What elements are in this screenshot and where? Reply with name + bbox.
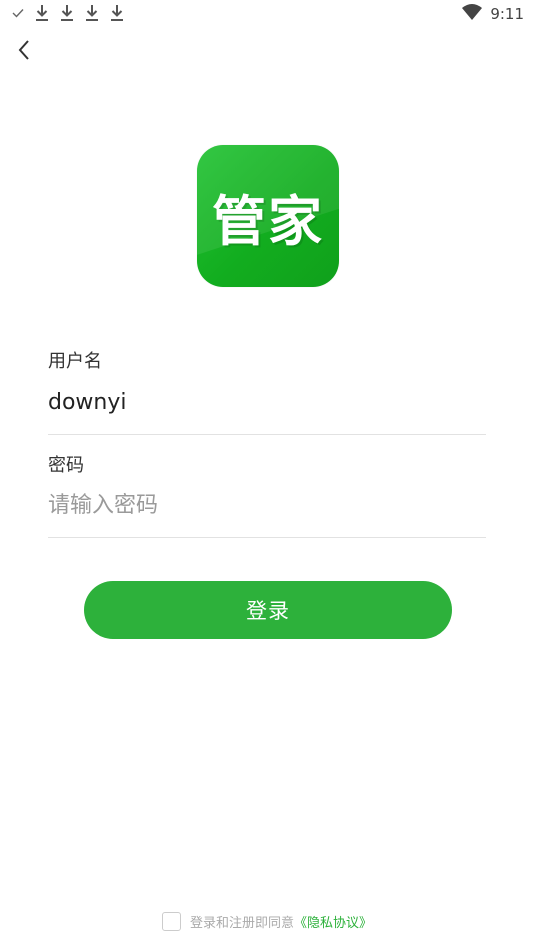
- logo-text: 管家: [212, 188, 324, 253]
- password-input[interactable]: [48, 487, 486, 523]
- check-icon: [12, 8, 24, 18]
- username-label: 用户名: [48, 351, 102, 372]
- back-button[interactable]: [10, 36, 38, 68]
- download-icon: [35, 4, 49, 22]
- username-input[interactable]: [48, 384, 486, 420]
- download-icon: [110, 4, 124, 22]
- agreement-text: 登录和注册即同意: [189, 916, 294, 931]
- login-button[interactable]: 登录: [84, 581, 452, 639]
- status-bar: 9:11: [0, 0, 534, 28]
- download-icon: [85, 4, 99, 22]
- chevron-left-icon: [17, 39, 31, 65]
- wifi-icon: [462, 4, 483, 24]
- download-icon: [60, 4, 74, 22]
- privacy-policy-link[interactable]: 《隐私协议》: [294, 916, 372, 931]
- status-time: 9:11: [490, 5, 524, 23]
- agree-checkbox[interactable]: [161, 912, 181, 931]
- app-logo: 管家: [197, 145, 339, 287]
- password-divider: [48, 537, 486, 538]
- username-divider: [48, 434, 486, 435]
- notification-icons: [12, 4, 124, 22]
- system-status: 9:11: [462, 4, 524, 24]
- agreement-row: 登录和注册即同意《隐私协议》: [0, 912, 534, 931]
- password-label: 密码: [48, 455, 84, 476]
